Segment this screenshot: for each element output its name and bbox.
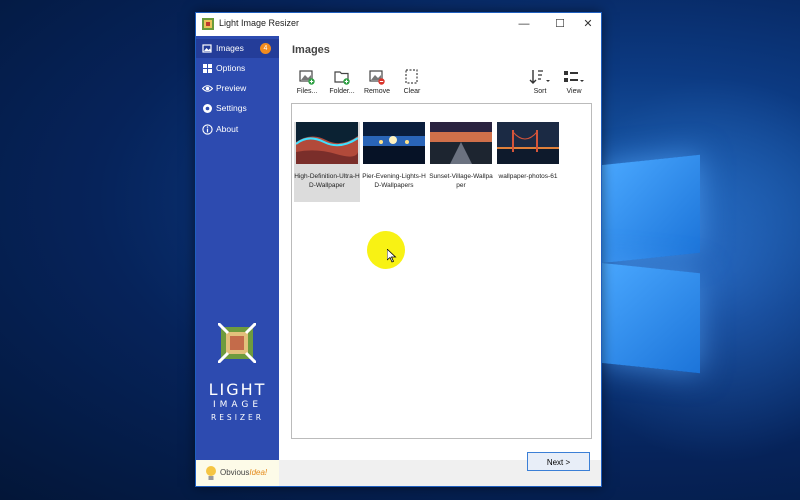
- add-folder-label: Folder...: [329, 88, 355, 95]
- options-icon: [203, 64, 212, 73]
- image-caption: High-Definition-Ultra-HD-Wallpaper: [294, 173, 360, 189]
- sidebar-item-settings[interactable]: Settings: [196, 99, 279, 118]
- clear-label: Clear: [403, 88, 421, 95]
- sidebar-item-label: Images: [216, 43, 244, 53]
- sidebar: Images 4 Options Preview Settings About …: [196, 36, 279, 460]
- view-button[interactable]: View: [560, 69, 588, 101]
- image-thumbnail: [497, 122, 559, 164]
- image-item[interactable]: Sunset-Village-Wallpaper: [428, 122, 494, 202]
- image-item[interactable]: Pier-Evening-Lights-HD-Wallpapers: [361, 122, 427, 202]
- image-caption: wallpaper-photos-61: [498, 173, 558, 180]
- add-files-button[interactable]: Files...: [295, 69, 319, 101]
- sidebar-item-options[interactable]: Options: [196, 59, 279, 78]
- view-label: View: [566, 88, 582, 95]
- lightbulb-icon: [206, 466, 216, 480]
- brand-logo-icon: [218, 323, 256, 363]
- sidebar-item-label: Preview: [216, 83, 247, 93]
- add-file-icon: [299, 70, 315, 85]
- title-bar[interactable]: Light Image Resizer — ☐ ✕: [196, 13, 601, 35]
- sort-button[interactable]: Sort: [526, 69, 554, 101]
- remove-label: Remove: [363, 88, 391, 95]
- mouse-pointer-icon: [387, 249, 397, 263]
- sidebar-item-about[interactable]: About: [196, 120, 279, 139]
- sidebar-item-images[interactable]: Images 4: [196, 39, 279, 58]
- remove-image-icon: [369, 70, 385, 85]
- sidebar-item-label: Options: [216, 63, 246, 73]
- maximize-button[interactable]: ☐: [550, 15, 570, 33]
- brand-name-line1: LIGHT: [208, 380, 267, 399]
- add-files-label: Files...: [296, 88, 318, 95]
- add-folder-icon: [334, 71, 350, 85]
- image-item[interactable]: High-Definition-Ultra-HD-Wallpaper: [294, 122, 360, 202]
- windows-logo: [600, 150, 800, 390]
- view-list-icon: [564, 71, 584, 82]
- clear-button[interactable]: Clear: [400, 69, 424, 101]
- eye-icon: [202, 85, 213, 92]
- sidebar-item-preview[interactable]: Preview: [196, 79, 279, 98]
- company-logo[interactable]: ObviousIdea!: [196, 460, 279, 486]
- image-list[interactable]: High-Definition-Ultra-HD-Wallpaper Pier-…: [291, 103, 592, 439]
- company-name-part2: Idea!: [249, 468, 268, 477]
- sidebar-item-label: Settings: [216, 103, 247, 113]
- image-count-badge: 4: [260, 43, 271, 54]
- sidebar-item-label: About: [216, 124, 239, 134]
- brand-name-line3: RESIZER: [210, 413, 264, 422]
- image-thumbnail: [296, 122, 358, 164]
- cursor-highlight: [367, 231, 405, 269]
- image-thumbnail: [363, 122, 425, 164]
- add-folder-button[interactable]: Folder...: [327, 69, 357, 101]
- remove-button[interactable]: Remove: [363, 69, 391, 101]
- sort-icon: [529, 70, 550, 84]
- info-icon: [202, 124, 213, 135]
- next-button[interactable]: Next >: [527, 452, 590, 471]
- window-title: Light Image Resizer: [219, 18, 300, 28]
- company-name: ObviousIdea!: [220, 468, 267, 477]
- image-caption: Pier-Evening-Lights-HD-Wallpapers: [362, 173, 426, 189]
- image-thumbnail: [430, 122, 492, 164]
- minimize-button[interactable]: —: [514, 15, 534, 33]
- clear-icon: [405, 69, 418, 84]
- images-icon: [202, 44, 212, 53]
- page-title: Images: [292, 44, 330, 56]
- image-item[interactable]: wallpaper-photos-61: [495, 122, 561, 202]
- close-button[interactable]: ✕: [578, 15, 598, 33]
- app-icon: [202, 18, 214, 30]
- image-caption: Sunset-Village-Wallpaper: [429, 173, 493, 189]
- brand-name-line2: IMAGE: [212, 400, 263, 410]
- gear-icon: [203, 104, 212, 113]
- sort-label: Sort: [533, 88, 547, 95]
- company-name-part1: Obvious: [220, 468, 250, 477]
